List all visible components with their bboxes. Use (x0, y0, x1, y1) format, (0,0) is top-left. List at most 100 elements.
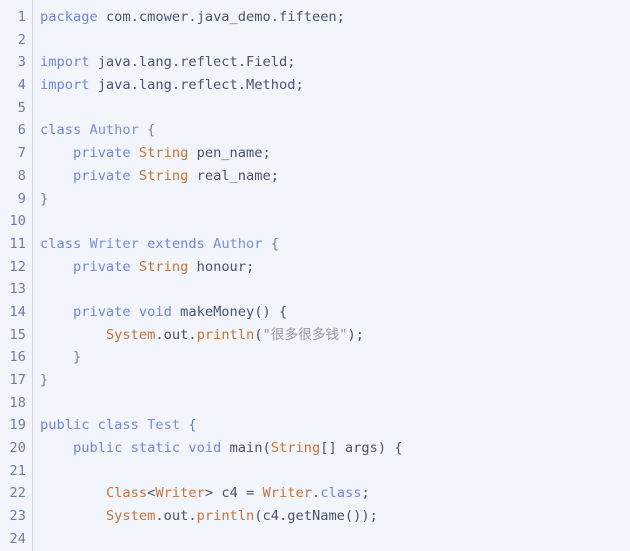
code-line[interactable]: import java.lang.reflect.Method; (40, 74, 630, 97)
code-token-kw: import (40, 77, 98, 94)
code-token-kw: import (40, 54, 98, 71)
code-token-cls: Writer (89, 235, 139, 252)
code-token-kw: private (72, 258, 139, 275)
code-line[interactable]: } (40, 346, 630, 369)
code-token-kw: private (72, 167, 139, 184)
code-token-type: String (270, 440, 321, 457)
code-line[interactable] (40, 278, 630, 301)
code-content-area[interactable]: package com.cmower.java_demo.fifteen; im… (33, 0, 630, 551)
line-number: 2 (17, 31, 26, 48)
code-token-type: println (196, 508, 255, 525)
code-token-plain: honour; (188, 258, 255, 275)
code-token-plain: ); (347, 326, 364, 343)
line-number: 9 (17, 190, 26, 207)
code-token-kw: public static void (72, 440, 230, 457)
code-token-kw: class (40, 235, 90, 252)
code-line[interactable]: public class Test { (40, 414, 630, 437)
code-token-cls: Author (213, 235, 263, 252)
code-token-pkg: java.lang.reflect.Field; (97, 54, 296, 71)
code-line[interactable]: private void makeMoney() { (40, 301, 630, 324)
code-line[interactable]: private String pen_name; (40, 142, 630, 165)
line-number: 15 (9, 326, 26, 343)
code-line[interactable]: class Writer extends Author { (40, 233, 630, 256)
code-token-kw: private (72, 145, 139, 162)
code-line[interactable]: class Author { (40, 119, 630, 142)
line-number: 12 (9, 258, 26, 275)
code-line[interactable]: } (40, 369, 630, 392)
line-number: 21 (9, 462, 26, 479)
code-token-type: System (105, 508, 156, 525)
line-number: 18 (9, 394, 26, 411)
line-number: 24 (9, 530, 26, 547)
code-token-plain: ( (254, 326, 263, 343)
code-line[interactable]: public static void main(String[] args) { (40, 437, 630, 460)
code-token-type: String (138, 145, 189, 162)
code-line[interactable]: private String honour; (40, 256, 630, 279)
code-token-punc: } (40, 190, 49, 207)
code-line[interactable]: } (40, 188, 630, 211)
code-line[interactable] (40, 210, 630, 233)
code-token-kw: class (320, 485, 362, 502)
code-token-punc: { (262, 235, 280, 252)
code-token-type: System (105, 326, 156, 343)
line-number: 13 (9, 281, 26, 298)
code-token-kw: extends (138, 235, 214, 252)
code-token-str: "很多很多钱" (262, 326, 348, 343)
code-token-type: Writer (155, 485, 205, 502)
code-token-kw: class (40, 122, 90, 139)
line-number: 4 (17, 77, 26, 94)
code-token-type: Class (105, 485, 148, 502)
code-token-kw: public class (40, 417, 148, 434)
code-line[interactable] (40, 392, 630, 415)
code-line[interactable]: System.out.println("很多很多钱"); (40, 324, 630, 347)
code-line[interactable]: System.out.println(c4.getName()); (40, 505, 630, 528)
line-number: 14 (9, 303, 26, 320)
code-token-plain: ; (361, 485, 370, 502)
code-line[interactable]: Class<Writer> c4 = Writer.class; (40, 482, 630, 505)
code-token-type: Writer (262, 485, 312, 502)
line-number: 20 (9, 440, 26, 457)
code-token-plain: [] args) { (320, 440, 403, 457)
code-line[interactable] (40, 29, 630, 52)
code-token-type: println (196, 326, 255, 343)
code-token-kw: package (40, 9, 106, 25)
line-number: 23 (9, 508, 26, 525)
line-number: 19 (9, 417, 26, 434)
code-token-plain: (c4.getName()); (254, 508, 378, 525)
line-number: 16 (9, 349, 26, 366)
line-number-gutter: 1 2 3 4 5 6 7 8 9 10 11 12 13 14 15 16 17 18 19 20 21 22 23 24 (0, 0, 33, 551)
code-line[interactable] (40, 97, 630, 120)
line-number: 3 (17, 54, 26, 71)
code-token-cls: Test (147, 417, 181, 434)
line-number: 8 (17, 167, 26, 184)
code-line[interactable]: package com.cmower.java_demo.fifteen; (40, 6, 630, 29)
code-editor[interactable]: 1 2 3 4 5 6 7 8 9 10 11 12 13 14 15 16 17 18 19 20 21 22 23 24 … (0, 0, 630, 551)
code-token-type: String (138, 258, 189, 275)
line-number: 1 (17, 9, 26, 25)
code-token-punc: { (180, 417, 197, 434)
code-token-kw: private void (72, 303, 181, 320)
code-line[interactable]: import java.lang.reflect.Field; (40, 51, 630, 74)
line-number: 6 (17, 122, 26, 139)
code-token-plain: pen_name; (188, 145, 271, 162)
code-token-cls: Author (89, 122, 139, 139)
line-number: 5 (17, 99, 26, 116)
code-token-plain: .out. (155, 508, 197, 525)
code-token-type: String (138, 167, 189, 184)
code-token-plain: main( (229, 440, 271, 457)
code-token-plain: makeMoney() { (180, 303, 288, 320)
line-number: 7 (17, 145, 26, 162)
line-number: 11 (9, 235, 26, 252)
code-token-plain: .out. (155, 326, 197, 343)
code-line[interactable]: private String real_name; (40, 165, 630, 188)
code-line[interactable] (40, 460, 630, 483)
code-token-plain: real_name; (188, 167, 280, 184)
code-line[interactable] (40, 528, 630, 551)
